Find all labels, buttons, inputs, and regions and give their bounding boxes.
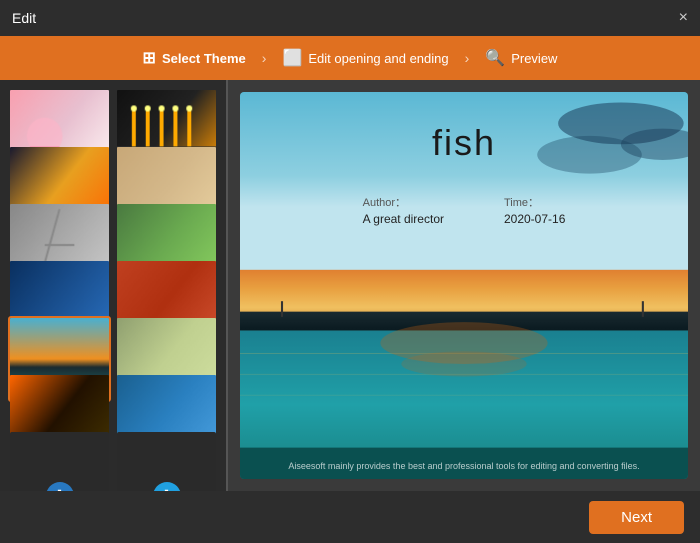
main-content: ⬇ ⬇ — [0, 80, 700, 491]
bottom-bar: Next — [0, 491, 700, 543]
select-theme-icon: ⊞ — [143, 48, 156, 68]
nav-step-preview[interactable]: 🔍 Preview — [477, 48, 565, 68]
preview-label: Preview — [511, 51, 557, 66]
preview-footer: Aiseesoft mainly provides the best and p… — [240, 461, 688, 471]
next-button[interactable]: Next — [589, 501, 684, 534]
select-theme-label: Select Theme — [162, 51, 246, 66]
nav-step-edit-opening[interactable]: ⬜ Edit opening and ending — [274, 48, 456, 68]
nav-chevron-1: › — [262, 50, 267, 66]
thumbnail-item-14[interactable]: ⬇ — [115, 430, 218, 491]
preview-icon: 🔍 — [485, 48, 505, 68]
thumbnail-item-13[interactable]: ⬇ — [8, 430, 111, 491]
time-label: Time： — [504, 194, 565, 210]
preview-time: Time： 2020-07-16 — [504, 194, 565, 226]
close-button[interactable]: × — [679, 10, 688, 26]
preview-author: Author： A great director — [363, 194, 444, 226]
nav-step-select-theme[interactable]: ⊞ Select Theme — [135, 48, 254, 68]
preview-card: fish Author： A great director Time： 2020… — [240, 92, 688, 479]
nav-bar: ⊞ Select Theme › ⬜ Edit opening and endi… — [0, 36, 700, 80]
author-value: A great director — [363, 212, 444, 226]
edit-opening-icon: ⬜ — [282, 48, 302, 68]
author-label: Author： — [363, 194, 444, 210]
preview-title: fish — [432, 122, 496, 164]
title-bar: Edit × — [0, 0, 700, 36]
edit-opening-label: Edit opening and ending — [308, 51, 448, 66]
time-value: 2020-07-16 — [504, 212, 565, 226]
nav-chevron-2: › — [465, 50, 470, 66]
preview-meta: Author： A great director Time： 2020-07-1… — [363, 194, 566, 226]
preview-panel: fish Author： A great director Time： 2020… — [228, 80, 700, 491]
theme-thumbnail-list: ⬇ ⬇ — [0, 80, 228, 491]
dialog-title: Edit — [12, 10, 36, 26]
preview-content: fish Author： A great director Time： 2020… — [240, 92, 688, 479]
